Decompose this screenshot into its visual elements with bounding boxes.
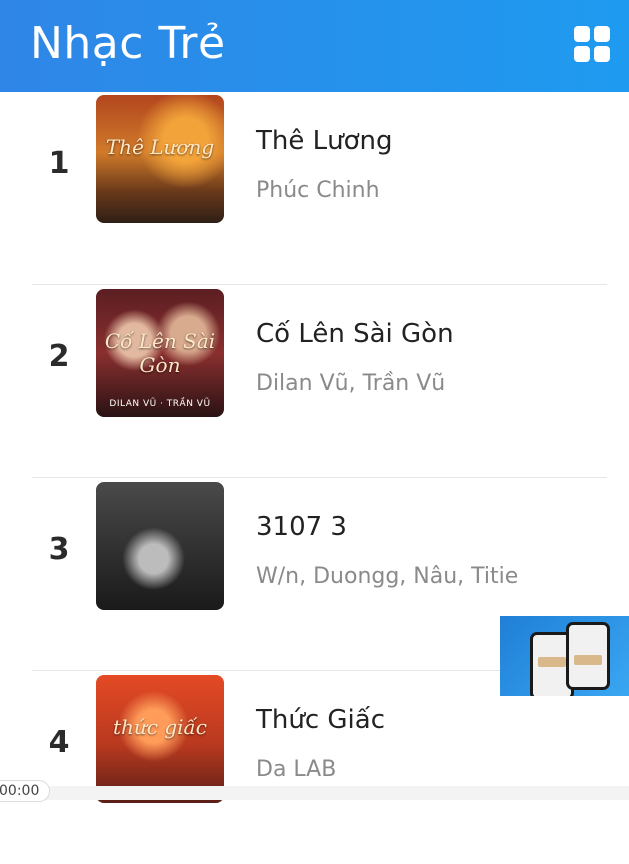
grid-cell [574,46,590,62]
cover-subtitle: DILAN VŨ · TRẦN VŨ [109,399,211,409]
grid-icon[interactable] [574,26,610,62]
album-cover[interactable]: Thê Lương [96,95,224,223]
grid-cell [574,26,590,42]
player-progress-bar[interactable] [0,786,629,800]
ad-banner[interactable] [500,616,629,696]
page-title: Nhạc Trẻ [30,18,226,69]
app-header: Nhạc Trẻ [0,0,629,92]
album-cover[interactable]: Cố Lên Sài Gòn DILAN VŨ · TRẦN VŨ [96,289,224,417]
song-title[interactable]: Thức Giấc [256,705,385,735]
grid-cell [594,26,610,42]
song-title[interactable]: Cố Lên Sài Gòn [256,319,454,349]
song-item[interactable]: 2 Cố Lên Sài Gòn DILAN VŨ · TRẦN VŨ Cố L… [0,285,629,478]
album-cover[interactable]: thức giấc [96,675,224,803]
phone-image [566,622,610,690]
song-rank: 2 [48,339,70,374]
song-rank: 4 [48,725,70,760]
cover-title: thức giấc [112,715,207,739]
song-item[interactable]: 1 Thê Lương Thê Lương Phúc Chinh [0,92,629,285]
song-title[interactable]: Thê Lương [256,126,392,156]
song-rank: 3 [48,532,70,567]
song-list: 1 Thê Lương Thê Lương Phúc Chinh 2 Cố Lê… [0,92,629,864]
cover-title: Cố Lên Sài Gòn [104,329,216,377]
song-item[interactable]: 4 thức giấc Thức Giấc Da LAB [0,671,629,864]
grid-cell [594,46,610,62]
album-cover[interactable] [96,482,224,610]
player-time: 00:00 [0,780,51,802]
cover-title: Thê Lương [105,135,215,159]
song-artist[interactable]: Da LAB [256,757,336,782]
song-artist[interactable]: Phúc Chinh [256,178,380,203]
song-artist[interactable]: W/n, Duongg, Nâu, Titie [256,564,518,589]
song-rank: 1 [48,146,70,181]
song-artist[interactable]: Dilan Vũ, Trần Vũ [256,371,445,396]
song-title[interactable]: 3107 3 [256,512,347,542]
